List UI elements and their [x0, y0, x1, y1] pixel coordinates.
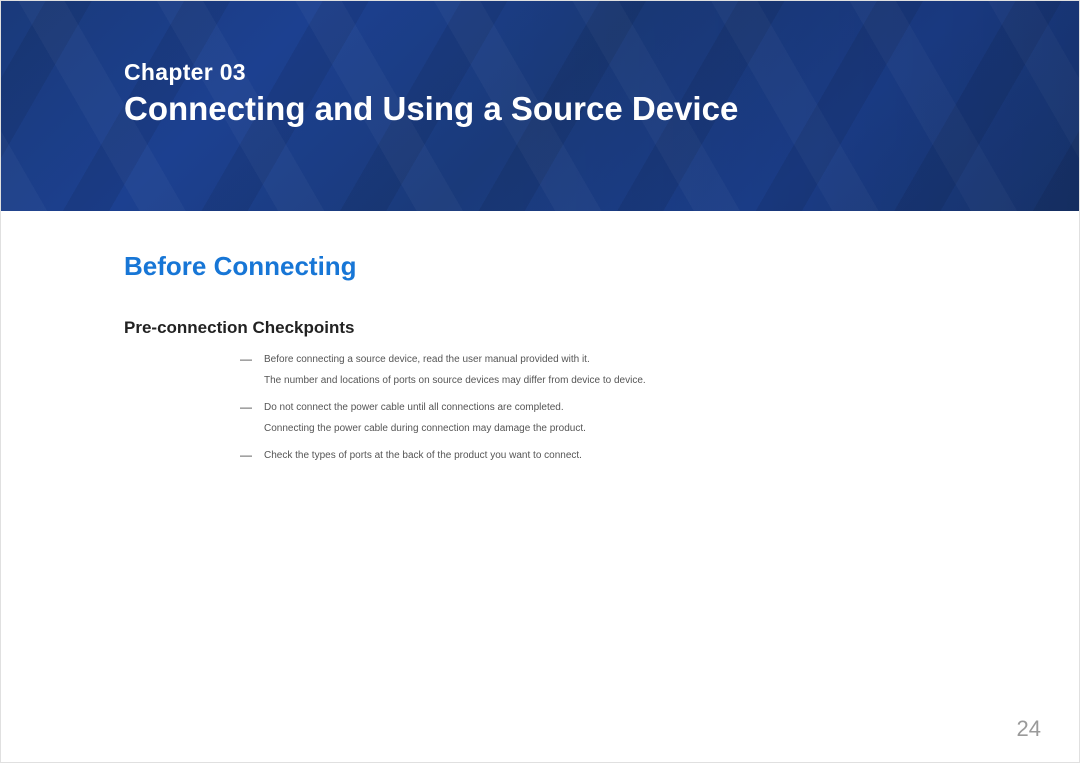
checkpoint-subtext: The number and locations of ports on sou…: [264, 373, 1079, 388]
chapter-label: Chapter 03: [124, 59, 1079, 86]
checkpoint-text: Do not connect the power cable until all…: [264, 402, 564, 413]
list-item: ― Check the types of ports at the back o…: [124, 448, 1079, 463]
page-number: 24: [1017, 716, 1041, 742]
dash-icon: ―: [240, 350, 252, 368]
page-content: Before Connecting Pre-connection Checkpo…: [1, 211, 1079, 463]
chapter-banner: Chapter 03 Connecting and Using a Source…: [1, 1, 1079, 211]
section-heading: Before Connecting: [124, 251, 1079, 282]
dash-icon: ―: [240, 446, 252, 464]
dash-icon: ―: [240, 398, 252, 416]
checkpoint-subtext: Connecting the power cable during connec…: [264, 421, 1079, 436]
list-item: ― Do not connect the power cable until a…: [124, 400, 1079, 436]
chapter-title: Connecting and Using a Source Device: [124, 90, 1079, 128]
checkpoint-list: ― Before connecting a source device, rea…: [124, 352, 1079, 463]
list-item: ― Before connecting a source device, rea…: [124, 352, 1079, 388]
checkpoint-text: Before connecting a source device, read …: [264, 354, 590, 365]
checkpoint-text: Check the types of ports at the back of …: [264, 450, 582, 461]
sub-heading: Pre-connection Checkpoints: [124, 318, 1079, 338]
